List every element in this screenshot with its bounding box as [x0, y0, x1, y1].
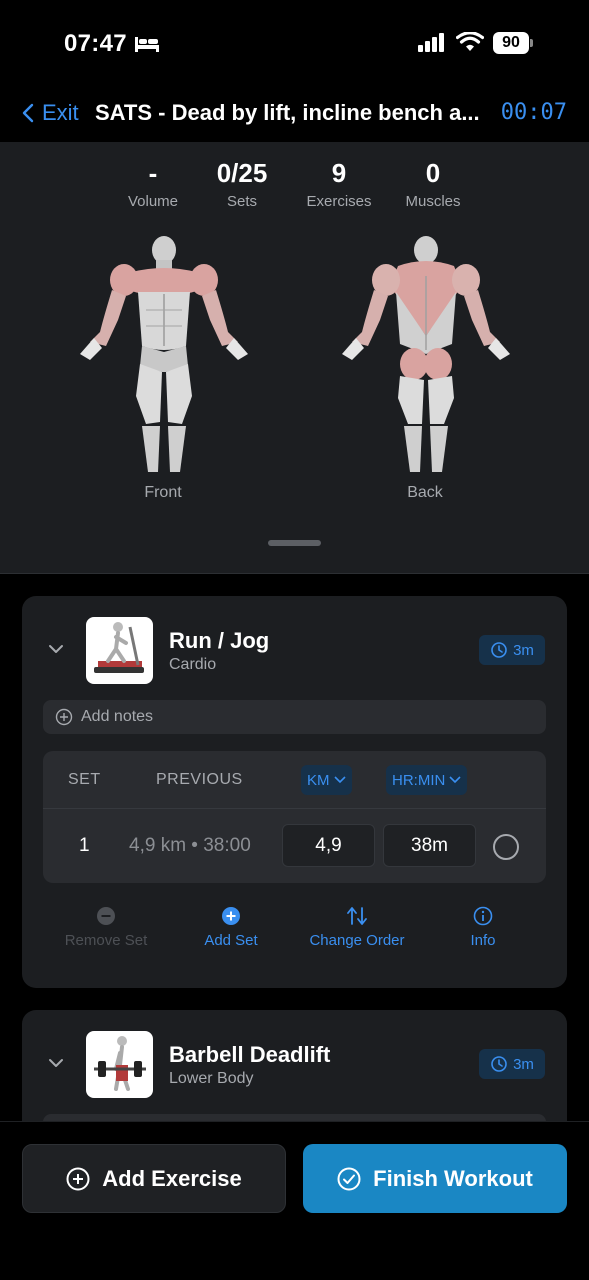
stat-sets-value: 0/25 [216, 158, 268, 188]
exercise-thumbnail[interactable] [86, 617, 153, 684]
exercise-name[interactable]: Barbell Deadlift [169, 1042, 330, 1068]
minus-circle-icon [97, 907, 115, 925]
exercise-category: Lower Body [169, 1070, 254, 1087]
stat-exercises: 9 Exercises [302, 158, 376, 210]
col-set-header: SET [68, 771, 101, 788]
unit-km-label: KM [307, 771, 330, 789]
col-previous-header: PREVIOUS [156, 771, 243, 788]
remove-set-label: Remove Set [64, 932, 148, 949]
unit-km-dropdown[interactable]: KM [301, 765, 352, 795]
battery-indicator: 90 [493, 32, 533, 54]
chevron-down-icon[interactable] [48, 644, 64, 654]
stat-muscles-value: 0 [425, 158, 441, 188]
add-exercise-label: Add Exercise [102, 1165, 242, 1191]
battery-nub [530, 39, 533, 47]
status-bar: 07:47 90 [0, 0, 589, 88]
exercise-card-run-jog: Run / Jog Cardio 3m Add notes SET PREVIO… [22, 596, 567, 988]
exercise-name[interactable]: Run / Jog [169, 628, 269, 654]
workout-timer: 00:07 [500, 100, 567, 125]
treadmill-icon [94, 622, 144, 673]
set-actions: Remove Set Add Set Change Order Info [22, 906, 567, 962]
chevron-down-icon [449, 776, 461, 784]
info-icon [473, 906, 493, 926]
finish-workout-button[interactable]: Finish Workout [303, 1144, 567, 1213]
bed-icon [135, 37, 159, 52]
wifi-icon [456, 32, 484, 51]
set-complete-checkbox[interactable] [493, 834, 519, 860]
rest-timer-label: 3m [513, 1055, 534, 1073]
stat-volume-value: - [148, 158, 158, 188]
stat-sets-label: Sets [226, 193, 257, 210]
add-exercise-button[interactable]: Add Exercise [22, 1144, 286, 1213]
exit-label: Exit [42, 100, 79, 125]
rest-timer-label: 3m [513, 641, 534, 659]
stat-exercises-value: 9 [331, 158, 347, 188]
workout-title[interactable]: SATS - Dead by lift, incline bench a... [95, 100, 487, 126]
duration-input[interactable]: 38m [383, 824, 476, 867]
chevron-down-icon [333, 776, 346, 784]
drag-handle[interactable] [268, 540, 321, 546]
stat-muscles-label: Muscles [405, 193, 461, 210]
front-body-diagram[interactable] [76, 236, 252, 480]
rest-timer-button[interactable]: 3m [479, 1049, 545, 1079]
check-circle-icon [337, 1167, 361, 1190]
stat-volume: - Volume [122, 158, 184, 210]
change-order-label: Change Order [309, 932, 405, 949]
unit-hrmin-label: HR:MIN [392, 771, 446, 789]
plus-circle-icon [66, 1167, 90, 1190]
status-time: 07:47 [64, 30, 127, 57]
nav-bar: Exit SATS - Dead by lift, incline bench … [0, 88, 589, 142]
add-set-label: Add Set [204, 932, 258, 949]
exercise-category: Cardio [169, 656, 217, 673]
set-table-header: SET PREVIOUS KM HR:MIN [43, 751, 546, 809]
add-set-button[interactable]: Add Set [166, 906, 296, 949]
deadlift-icon [94, 1036, 146, 1091]
add-notes-field[interactable]: Add notes [43, 700, 546, 734]
table-row: 1 4,9 km • 38:00 4,9 38m [43, 809, 546, 883]
info-label: Info [470, 932, 496, 949]
stat-sets: 0/25 Sets [206, 158, 278, 210]
plus-circle-icon [222, 907, 240, 925]
chevron-left-icon [22, 103, 34, 123]
timer-icon [491, 642, 507, 658]
battery-level: 90 [493, 32, 529, 54]
stat-exercises-label: Exercises [306, 193, 372, 210]
arrows-up-down-icon [347, 907, 367, 925]
rest-timer-button[interactable]: 3m [479, 635, 545, 665]
distance-input[interactable]: 4,9 [282, 824, 375, 867]
info-button[interactable]: Info [418, 906, 548, 949]
back-label: Back [407, 484, 443, 501]
plus-circle-icon [55, 708, 73, 726]
exit-button[interactable]: Exit [22, 100, 79, 126]
add-notes-placeholder: Add notes [81, 708, 154, 725]
cell-signal-icon [418, 33, 444, 52]
remove-set-button[interactable]: Remove Set [41, 906, 171, 949]
set-table: SET PREVIOUS KM HR:MIN 1 4,9 km • 38:00 … [43, 751, 546, 883]
workout-summary: - Volume 0/25 Sets 9 Exercises 0 Muscles… [0, 142, 589, 574]
change-order-button[interactable]: Change Order [292, 906, 422, 949]
finish-workout-label: Finish Workout [373, 1165, 533, 1191]
previous-value[interactable]: 4,9 km • 38:00 [129, 835, 251, 857]
stat-muscles: 0 Muscles [400, 158, 466, 210]
set-number: 1 [79, 835, 90, 856]
back-body-diagram[interactable] [338, 236, 514, 480]
stat-volume-label: Volume [127, 193, 179, 210]
exercise-thumbnail[interactable] [86, 1031, 153, 1098]
bottom-action-bar: Add Exercise Finish Workout [0, 1121, 589, 1280]
timer-icon [491, 1056, 507, 1072]
front-label: Front [144, 484, 182, 501]
chevron-down-icon[interactable] [48, 1058, 64, 1068]
unit-hrmin-dropdown[interactable]: HR:MIN [386, 765, 468, 795]
